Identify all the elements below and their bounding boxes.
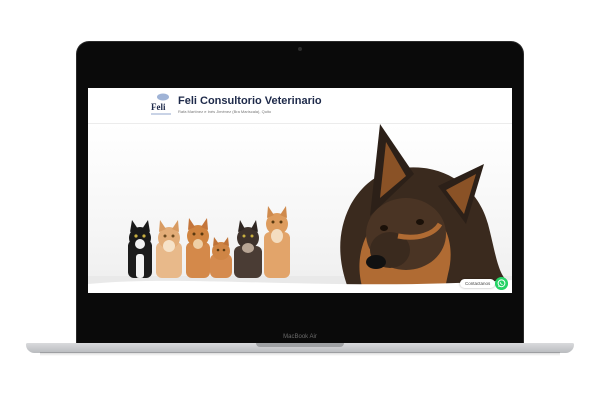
logo-text: Feli — [151, 102, 166, 112]
site-logo[interactable]: Feli — [148, 92, 174, 119]
kitten-orange-tabby — [210, 237, 232, 278]
contact-label[interactable]: Contactanos — [460, 279, 496, 288]
logo-underline — [151, 113, 171, 115]
laptop-hinge-notch — [256, 343, 344, 347]
kitten-black-white — [128, 220, 152, 278]
camera-icon — [298, 47, 302, 51]
german-shepherd-dog — [340, 124, 512, 293]
site-subtitle: Rafa Martínez e Inés Jiménez (Bra Marisc… — [178, 109, 272, 114]
site-header: Feli Feli Consultorio Veterinario Rafa M… — [88, 88, 512, 124]
laptop-model-label: MacBook Air — [283, 334, 317, 340]
kitten-orange-tabby — [264, 206, 290, 278]
laptop-screen: Feli Feli Consultorio Veterinario Rafa M… — [88, 88, 512, 293]
hero-illustration — [88, 124, 512, 293]
hero-banner — [88, 124, 512, 293]
kitten-orange-tabby — [156, 220, 182, 278]
kitten-dark-tabby — [234, 220, 262, 278]
logo-cat-icon — [157, 93, 169, 101]
laptop-shadow — [40, 352, 560, 356]
whatsapp-icon[interactable] — [495, 277, 508, 290]
site-title[interactable]: Feli Consultorio Veterinario — [178, 95, 322, 107]
kitten-orange-tabby — [186, 218, 210, 278]
